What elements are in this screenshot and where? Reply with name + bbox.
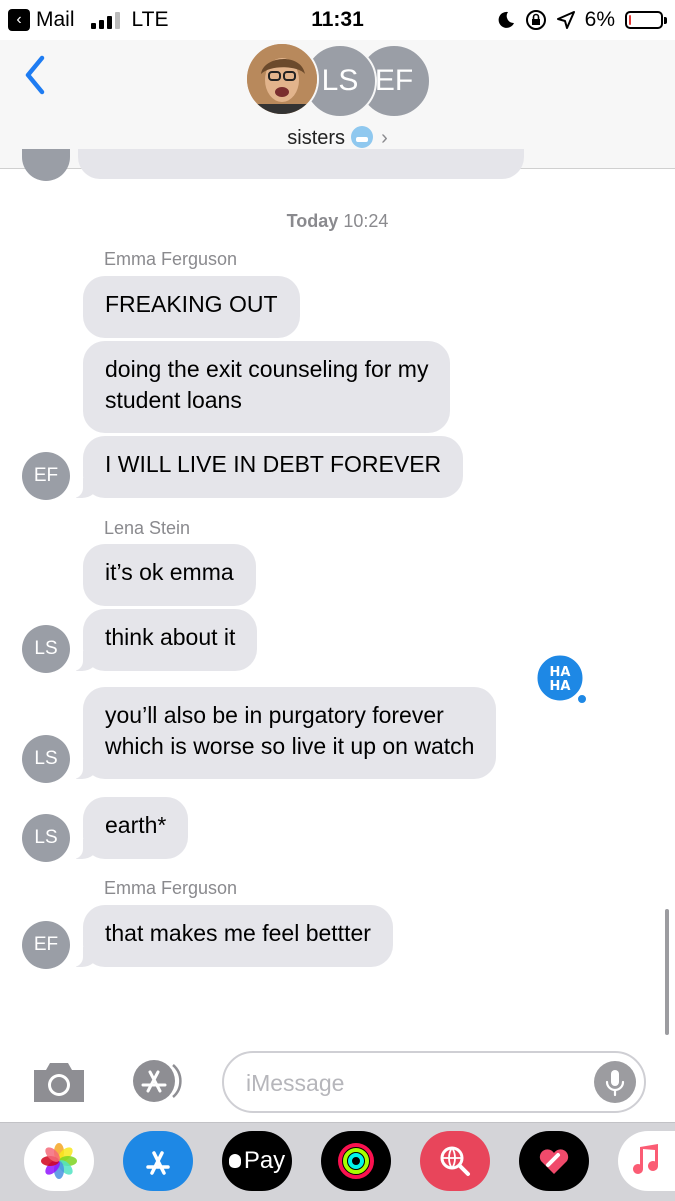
message-bubble[interactable]: I WILL LIVE IN DEBT FOREVER	[72, 436, 464, 498]
microphone-icon	[605, 1070, 625, 1097]
rotation-lock-icon	[525, 10, 546, 30]
avatar-photo	[245, 42, 319, 116]
chevron-right-icon: ›	[381, 127, 388, 149]
message-thread[interactable]: Today 10:24 Emma Ferguson FREAKING OUT d…	[0, 149, 675, 1039]
activity-app-icon[interactable]	[321, 1131, 391, 1191]
app-drawer: Pay	[0, 1122, 675, 1201]
apple-logo-icon	[228, 1154, 241, 1168]
haha-reaction-icon[interactable]: HA HA	[533, 652, 593, 708]
activity-rings-icon	[338, 1143, 374, 1179]
mask-face-emoji-icon	[351, 126, 374, 148]
photos-flower-icon	[41, 1143, 77, 1179]
camera-icon[interactable]	[30, 1060, 88, 1104]
music-app-icon[interactable]	[618, 1131, 675, 1191]
timestamp: Today 10:24	[0, 211, 675, 232]
message-bubble[interactable]: FREAKING OUT	[83, 276, 300, 338]
group-avatars[interactable]: LS EF	[245, 42, 435, 118]
message-bubble[interactable]: earth*	[72, 797, 189, 859]
message-input[interactable]	[244, 1063, 588, 1103]
person-photo-icon	[247, 44, 317, 114]
compose-bar	[0, 1040, 675, 1122]
back-chevron-icon[interactable]	[20, 52, 50, 98]
moon-icon	[498, 11, 514, 28]
message-text: you’ll also be in purgatory forever which…	[105, 702, 474, 759]
svg-text:HA: HA	[550, 679, 571, 694]
sender-name: Emma Ferguson	[104, 249, 238, 269]
message-text: doing the exit counseling for my student …	[105, 356, 428, 413]
status-right: 6%	[497, 8, 667, 32]
message-line: doing the exit counseling for my	[105, 356, 429, 382]
battery-fill	[629, 15, 631, 25]
message-text: it’s ok emma	[105, 559, 234, 585]
music-note-icon	[632, 1144, 658, 1174]
avatar-ls[interactable]: LS	[22, 814, 70, 862]
pay-label: Pay	[243, 1147, 286, 1174]
heart-hand-icon	[539, 1149, 569, 1174]
message-text: that makes me feel bettter	[105, 920, 371, 946]
avatar-ls[interactable]: LS	[22, 735, 70, 783]
digital-touch-app-icon[interactable]	[519, 1131, 589, 1191]
timestamp-day: Today	[286, 211, 339, 231]
imessage-field[interactable]	[222, 1051, 646, 1113]
sender-name: Emma Ferguson	[104, 878, 238, 898]
app-store-a-icon	[146, 1151, 170, 1175]
app-store-app-icon[interactable]	[123, 1131, 193, 1191]
avatar-ef[interactable]: EF	[22, 921, 70, 969]
sender-name: Lena Stein	[104, 518, 191, 538]
message-bubble-partial	[78, 149, 524, 179]
message-bubble[interactable]: that makes me feel bettter	[73, 905, 393, 967]
microphone-button[interactable]	[594, 1061, 636, 1103]
battery-icon	[625, 11, 667, 29]
message-line: you’ll also be in purgatory forever	[105, 702, 444, 728]
location-arrow-icon	[556, 11, 575, 29]
message-bubble[interactable]: doing the exit counseling for my student …	[83, 341, 451, 433]
message-line: student loans	[105, 387, 242, 413]
photos-app-icon[interactable]	[24, 1131, 94, 1191]
timestamp-time: 10:24	[343, 211, 389, 231]
status-bar: ‹ Mail LTE 11:31 6%	[0, 0, 675, 40]
group-name-label: sisters	[287, 127, 346, 149]
message-line: which is worse so live it up on watch	[105, 733, 475, 759]
message-text: I WILL LIVE IN DEBT FOREVER	[105, 451, 442, 477]
message-text: earth*	[105, 812, 167, 838]
apple-pay-app-icon[interactable]: Pay	[222, 1131, 292, 1191]
message-bubble[interactable]: you’ll also be in purgatory forever which…	[72, 687, 497, 779]
svg-text:HA: HA	[550, 665, 571, 680]
message-text: think about it	[105, 624, 236, 650]
avatar-ef[interactable]: EF	[22, 452, 70, 500]
app-store-icon[interactable]	[126, 1058, 190, 1104]
group-name-button[interactable]: sisters ›	[0, 126, 675, 150]
globe-search-icon	[440, 1146, 470, 1176]
message-text: FREAKING OUT	[105, 291, 278, 317]
image-search-app-icon[interactable]	[420, 1131, 490, 1191]
avatar-ls[interactable]: LS	[22, 625, 70, 673]
scrollbar[interactable]	[665, 909, 669, 1035]
avatar-partial	[22, 149, 70, 181]
battery-percent: 6%	[584, 8, 615, 31]
message-bubble[interactable]: think about it	[72, 609, 258, 671]
message-bubble[interactable]: it’s ok emma	[83, 544, 256, 606]
